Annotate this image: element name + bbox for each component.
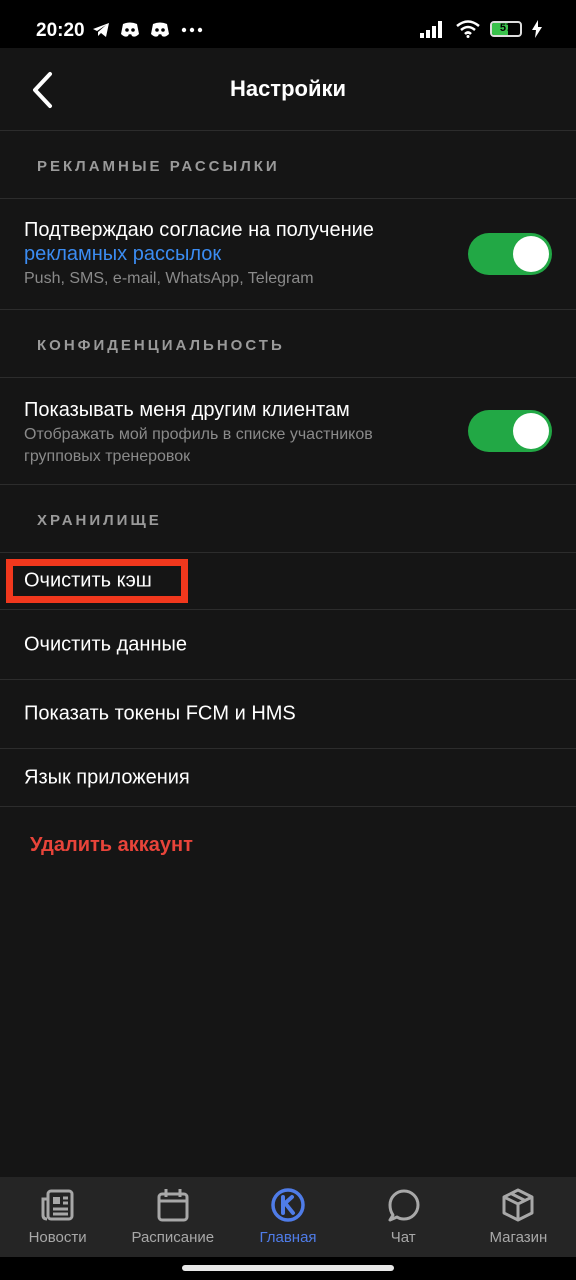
section-header-storage: ХРАНИЛИЩЕ — [0, 485, 576, 553]
nav-label: Главная — [259, 1229, 317, 1246]
show-me-toggle[interactable] — [468, 410, 552, 452]
nav-item-schedule[interactable]: Расписание — [115, 1177, 230, 1257]
ads-consent-subtitle: Push, SMS, e-mail, WhatsApp, Telegram — [24, 270, 314, 287]
nav-item-home[interactable]: Главная — [230, 1177, 345, 1257]
ads-consent-row[interactable]: Подтверждаю согласие на получение реклам… — [0, 199, 576, 310]
chat-icon — [385, 1187, 421, 1223]
telegram-icon — [93, 23, 109, 37]
toggle-knob — [513, 236, 549, 272]
show-me-subtitle-line1: Отображать мой профиль в списке участник… — [24, 426, 373, 443]
show-tokens-row[interactable]: Показать токены FCM и HMS — [0, 680, 576, 749]
app-language-label: Язык приложения — [24, 766, 190, 788]
status-right-icons: 57 — [420, 20, 542, 38]
highlight-annotation — [6, 559, 188, 603]
section-title: ХРАНИЛИЩЕ — [37, 512, 162, 529]
wifi-icon — [456, 20, 480, 38]
charging-icon — [532, 20, 542, 38]
show-me-title: Показывать меня другим клиентам — [24, 399, 350, 421]
nav-item-shop[interactable]: Магазин — [461, 1177, 576, 1257]
ads-consent-toggle[interactable] — [468, 233, 552, 275]
clear-data-label: Очистить данные — [24, 633, 187, 655]
toggle-knob — [513, 413, 549, 449]
nav-item-news[interactable]: Новости — [0, 1177, 115, 1257]
news-icon — [40, 1187, 76, 1223]
app-language-row[interactable]: Язык приложения — [0, 749, 576, 807]
box-icon — [500, 1187, 536, 1223]
bottom-nav: Новости Расписание Главная Чат Магазин — [0, 1177, 576, 1257]
battery-level: 57 — [499, 22, 513, 34]
gesture-area — [0, 1257, 576, 1280]
more-dots-icon — [181, 27, 203, 33]
show-me-row[interactable]: Показывать меня другим клиентам Отобража… — [0, 378, 576, 485]
page-title: Настройки — [229, 76, 347, 101]
status-left-icons — [92, 22, 204, 38]
home-logo-icon — [270, 1187, 306, 1223]
nav-label: Магазин — [489, 1229, 548, 1246]
ads-consent-link[interactable]: рекламных рассылок — [24, 243, 221, 266]
battery-icon: 57 — [490, 21, 522, 37]
section-header-ads: РЕКЛАМНЫЕ РАССЫЛКИ — [0, 131, 576, 199]
show-tokens-label: Показать токены FCM и HMS — [24, 702, 296, 725]
section-title: КОНФИДЕНЦИАЛЬНОСТЬ — [37, 337, 285, 354]
calendar-icon — [155, 1187, 191, 1223]
discord-icon — [121, 22, 139, 37]
show-me-subtitle-line2: групповых тренеровок — [24, 448, 191, 465]
delete-account-button[interactable]: Удалить аккаунт — [30, 834, 193, 857]
status-bar: 20:20 57 — [0, 0, 576, 48]
nav-item-chat[interactable]: Чат — [346, 1177, 461, 1257]
signal-icon — [420, 21, 442, 38]
home-indicator[interactable] — [182, 1265, 394, 1271]
ads-consent-title: Подтверждаю согласие на получение — [24, 219, 374, 241]
nav-label: Новости — [28, 1229, 87, 1246]
section-header-privacy: КОНФИДЕНЦИАЛЬНОСТЬ — [0, 310, 576, 378]
section-title: РЕКЛАМНЫЕ РАССЫЛКИ — [37, 158, 280, 175]
nav-label: Чат — [390, 1229, 416, 1246]
nav-label: Расписание — [131, 1229, 215, 1246]
header: Настройки — [0, 48, 576, 131]
status-time: 20:20 — [36, 20, 85, 41]
clear-data-row[interactable]: Очистить данные — [0, 610, 576, 680]
discord-icon — [151, 22, 169, 37]
